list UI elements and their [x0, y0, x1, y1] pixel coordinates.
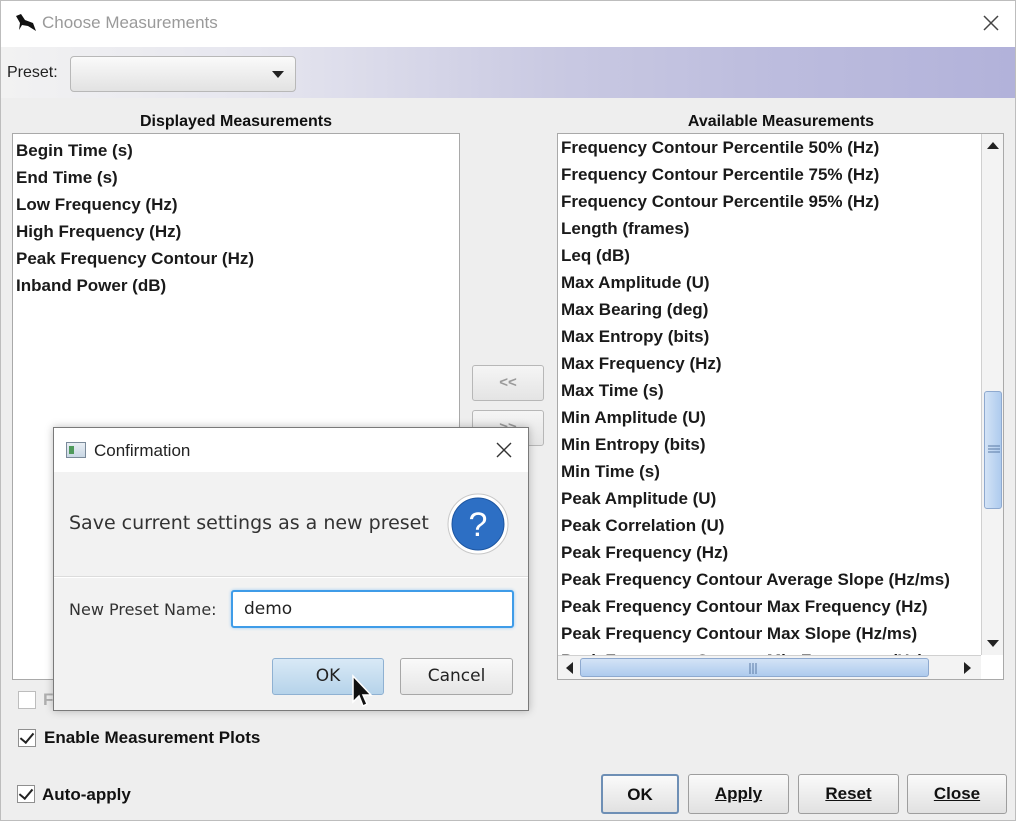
chevron-down-icon [272, 71, 284, 78]
dialog-title-bar: Confirmation [54, 428, 528, 472]
mouse-pointer-icon [352, 674, 373, 708]
list-item[interactable]: Inband Power (dB) [13, 272, 459, 299]
list-item[interactable]: Leq (dB) [558, 242, 1003, 269]
list-item[interactable]: End Time (s) [13, 164, 459, 191]
close-button[interactable]: Close [907, 774, 1007, 814]
available-horizontal-scrollbar[interactable] [558, 655, 981, 679]
hidden-option-checkbox[interactable] [18, 691, 36, 709]
svg-text:?: ? [469, 506, 488, 544]
question-icon: ? [447, 493, 509, 555]
dialog-cancel-button[interactable]: Cancel [400, 658, 513, 695]
scrollbar-thumb[interactable] [984, 391, 1002, 509]
dialog-message: Save current settings as a new preset [69, 512, 429, 534]
scroll-left-icon[interactable] [560, 658, 580, 678]
list-item[interactable]: Begin Time (s) [13, 137, 459, 164]
list-item[interactable]: Max Entropy (bits) [558, 323, 1003, 350]
list-item[interactable]: Frequency Contour Percentile 75% (Hz) [558, 161, 1003, 188]
available-measurements-list[interactable]: Frequency Contour Percentile 50% (Hz) Fr… [557, 133, 1004, 680]
displayed-measurements-header: Displayed Measurements [139, 113, 333, 130]
scroll-right-icon[interactable] [957, 658, 977, 678]
enable-measurement-plots-checkbox[interactable] [18, 729, 36, 747]
apply-button[interactable]: Apply [688, 774, 789, 814]
list-item[interactable]: Min Entropy (bits) [558, 431, 1003, 458]
auto-apply-checkbox[interactable] [17, 785, 35, 803]
list-item[interactable]: Max Bearing (deg) [558, 296, 1003, 323]
list-item[interactable]: Frequency Contour Percentile 95% (Hz) [558, 188, 1003, 215]
preset-bar: Preset: [1, 47, 1015, 98]
preset-dropdown[interactable] [70, 56, 296, 92]
reset-button[interactable]: Reset [798, 774, 899, 814]
close-icon[interactable] [494, 440, 514, 460]
enable-measurement-plots-label: Enable Measurement Plots [44, 728, 261, 747]
new-preset-name-input[interactable]: demo [231, 590, 514, 628]
list-item[interactable]: Max Amplitude (U) [558, 269, 1003, 296]
ok-button[interactable]: OK [601, 774, 679, 814]
bird-app-icon [16, 14, 36, 31]
list-item[interactable]: Min Amplitude (U) [558, 404, 1003, 431]
dialog-title: Confirmation [94, 441, 191, 460]
auto-apply-label: Auto-apply [42, 785, 131, 804]
list-item[interactable]: Max Frequency (Hz) [558, 350, 1003, 377]
available-measurements-header: Available Measurements [687, 113, 875, 130]
scroll-down-icon[interactable] [983, 633, 1003, 653]
list-item[interactable]: Min Time (s) [558, 458, 1003, 485]
available-vertical-scrollbar[interactable] [981, 134, 1003, 655]
list-item[interactable]: Peak Frequency Contour (Hz) [13, 245, 459, 272]
list-item[interactable]: Peak Amplitude (U) [558, 485, 1003, 512]
list-item[interactable]: Frequency Contour Percentile 50% (Hz) [558, 134, 1003, 161]
list-item[interactable]: High Frequency (Hz) [13, 218, 459, 245]
close-button-label: Close [933, 784, 981, 803]
move-left-button[interactable]: << [472, 365, 544, 401]
choose-measurements-window: Choose Measurements Preset: Displayed Me… [0, 0, 1016, 821]
title-bar: Choose Measurements [1, 1, 1015, 47]
list-item[interactable]: Length (frames) [558, 215, 1003, 242]
list-item[interactable]: Peak Correlation (U) [558, 512, 1003, 539]
list-item[interactable]: Peak Frequency Contour Max Slope (Hz/ms) [558, 620, 1003, 647]
reset-button-label: Reset [825, 784, 872, 803]
list-item[interactable]: Peak Frequency Contour Min Frequency (Hz… [558, 647, 1003, 655]
dialog-body: New Preset Name: demo OK Cancel [54, 578, 528, 710]
window-icon [66, 442, 86, 458]
dialog-header: Save current settings as a new preset ? [54, 472, 528, 577]
new-preset-name-label: New Preset Name: [69, 600, 217, 619]
preset-label: Preset: [7, 64, 58, 81]
hidden-option-label: F [43, 690, 54, 709]
list-item[interactable]: Peak Frequency Contour Max Frequency (Hz… [558, 593, 1003, 620]
scroll-up-icon[interactable] [983, 136, 1003, 156]
apply-button-label: Apply [714, 784, 763, 803]
list-item[interactable]: Max Time (s) [558, 377, 1003, 404]
window-title: Choose Measurements [42, 13, 218, 32]
list-item[interactable]: Low Frequency (Hz) [13, 191, 459, 218]
confirmation-dialog: Confirmation Save current settings as a … [53, 427, 529, 711]
scrollbar-thumb[interactable] [580, 658, 929, 677]
close-icon[interactable] [979, 11, 1003, 35]
list-item[interactable]: Peak Frequency Contour Average Slope (Hz… [558, 566, 1003, 593]
list-item[interactable]: Peak Frequency (Hz) [558, 539, 1003, 566]
